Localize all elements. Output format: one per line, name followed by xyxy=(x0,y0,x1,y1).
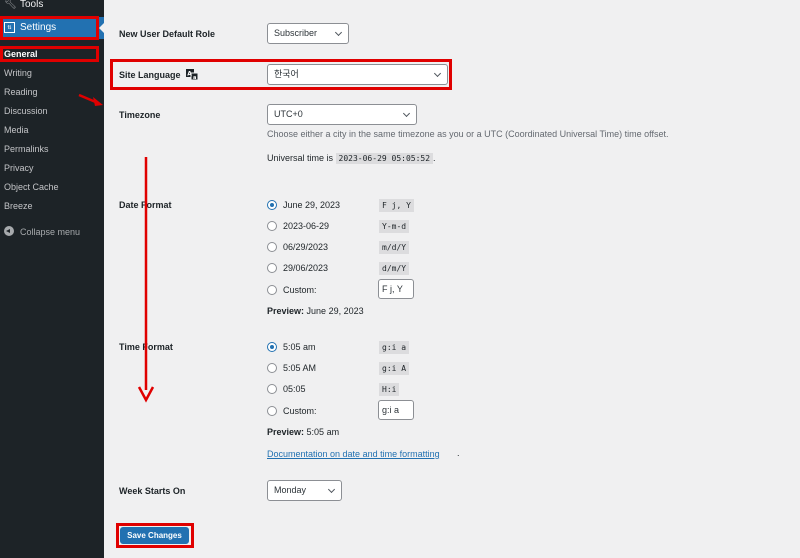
time-format-label: Time Format xyxy=(119,342,173,352)
date-format-code: d/m/Y xyxy=(379,262,410,275)
chevron-down-icon xyxy=(334,28,343,37)
radio-button[interactable] xyxy=(267,363,277,373)
time-format-option-label: 05:05 xyxy=(283,384,306,394)
sidebar-item-breeze[interactable]: Breeze xyxy=(4,201,33,212)
sidebar-item-privacy[interactable]: Privacy xyxy=(4,163,34,174)
sidebar-item-tools-label: Tools xyxy=(20,0,44,10)
time-format-code: g:i a xyxy=(379,341,410,354)
universal-time-value: 2023-06-29 05:05:52 xyxy=(335,153,434,164)
time-format-custom-label: Custom: xyxy=(283,406,317,416)
preview-label: Preview: xyxy=(267,427,305,437)
time-format-option-label: 5:05 am xyxy=(283,342,316,352)
date-format-label: Date Format xyxy=(119,200,172,210)
date-format-option-label: 06/29/2023 xyxy=(283,242,329,252)
universal-time: Universal time is 2023-06-29 05:05:52. xyxy=(267,152,436,165)
radio-button[interactable] xyxy=(267,406,277,416)
default-role-select[interactable]: Subscriber xyxy=(267,23,349,44)
wrench-icon: 🔧︎ xyxy=(4,0,17,10)
date-format-option-label: June 29, 2023 xyxy=(283,200,341,210)
collapse-menu-button[interactable]: Collapse menu xyxy=(4,226,80,238)
time-format-code: g:i A xyxy=(379,362,410,375)
radio-button[interactable] xyxy=(267,221,277,231)
time-format-code: H:i xyxy=(379,383,400,396)
preview-value: June 29, 2023 xyxy=(306,306,364,316)
chevron-down-icon xyxy=(327,485,336,494)
week-starts-select[interactable]: Monday xyxy=(267,480,342,501)
date-format-code: m/d/Y xyxy=(379,241,410,254)
radio-button[interactable] xyxy=(267,242,277,252)
annotation-box-settings xyxy=(0,16,99,40)
sidebar-item-reading[interactable]: Reading xyxy=(4,87,38,98)
current-menu-notch xyxy=(99,23,104,33)
radio-button[interactable] xyxy=(267,384,277,394)
preview-label: Preview: xyxy=(267,306,305,316)
radio-button[interactable] xyxy=(267,263,277,273)
week-starts-label: Week Starts On xyxy=(119,486,186,496)
admin-sidebar: 🔧︎ Tools ⇅ Settings General Writing Read… xyxy=(0,0,104,558)
timezone-label: Timezone xyxy=(119,110,161,120)
sidebar-item-permalinks[interactable]: Permalinks xyxy=(4,144,49,155)
chevron-down-icon xyxy=(402,109,411,118)
date-format-code: Y-m-d xyxy=(379,220,410,233)
sidebar-item-writing[interactable]: Writing xyxy=(4,68,32,79)
sidebar-item-media[interactable]: Media xyxy=(4,125,29,136)
annotation-box-save xyxy=(116,523,194,548)
time-format-preview: Preview: 5:05 am xyxy=(267,426,339,438)
docs-link-suffix: . xyxy=(457,448,460,458)
sidebar-item-tools[interactable]: 🔧︎ Tools xyxy=(0,0,104,12)
date-format-custom-label: Custom: xyxy=(283,285,317,295)
universal-time-prefix: Universal time is xyxy=(267,153,334,163)
sidebar-item-object-cache[interactable]: Object Cache xyxy=(4,182,59,193)
timezone-value: UTC+0 xyxy=(274,109,303,119)
date-format-code: F j, Y xyxy=(379,199,414,212)
radio-button[interactable] xyxy=(267,200,277,210)
annotation-arrow-down xyxy=(137,157,155,403)
radio-button[interactable] xyxy=(267,285,277,295)
timezone-description: Choose either a city in the same timezon… xyxy=(267,129,669,139)
timezone-select[interactable]: UTC+0 xyxy=(267,104,417,125)
date-format-option-label: 29/06/2023 xyxy=(283,263,329,273)
annotation-box-general xyxy=(0,46,99,62)
date-time-docs-link[interactable]: Documentation on date and time formattin… xyxy=(267,448,440,460)
preview-value: 5:05 am xyxy=(306,427,340,437)
time-format-custom-input[interactable]: g:i a xyxy=(378,400,414,420)
annotation-box-site-language xyxy=(110,59,452,90)
date-format-preview: Preview: June 29, 2023 xyxy=(267,305,364,317)
radio-button[interactable] xyxy=(267,342,277,352)
default-role-value: Subscriber xyxy=(274,28,318,38)
date-format-custom-input[interactable]: F j, Y xyxy=(378,279,414,299)
time-format-option-label: 5:05 AM xyxy=(283,363,317,373)
collapse-menu-label: Collapse menu xyxy=(20,227,81,237)
sidebar-item-discussion[interactable]: Discussion xyxy=(4,106,48,117)
date-format-option-label: 2023-06-29 xyxy=(283,221,330,231)
collapse-icon xyxy=(4,226,14,236)
week-starts-value: Monday xyxy=(274,485,307,495)
universal-time-suffix: . xyxy=(433,153,436,163)
default-role-label: New User Default Role xyxy=(119,29,216,39)
